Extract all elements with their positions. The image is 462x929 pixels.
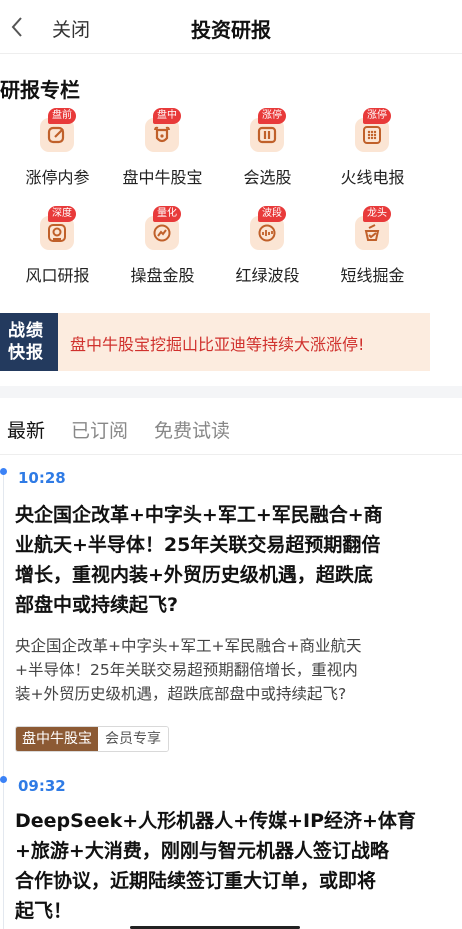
column-item-4[interactable]: 深度 风口研报: [0, 206, 115, 296]
item-label: 火线电报: [340, 168, 405, 187]
article-headline[interactable]: 央企国企改革+中字头+军工+军民融合+商 业航天+半导体！25年关联交易超预期翻…: [15, 500, 430, 620]
item-badge: 涨停: [258, 108, 286, 124]
tag-column[interactable]: 盘中牛股宝: [16, 727, 98, 751]
headline-line: 合作协议，近期陆续签订重大订单，或即将: [15, 870, 377, 892]
column-item-3[interactable]: 涨停 火线电报: [315, 108, 430, 198]
item-badge: 涨停: [363, 108, 391, 124]
column-item-0[interactable]: 盘前 涨停内参: [0, 108, 115, 198]
column-item-2[interactable]: 涨停 会选股: [210, 108, 325, 198]
column-item-7[interactable]: 龙头 短线掘金: [315, 206, 430, 296]
item-label: 会选股: [243, 168, 292, 187]
column-item-6[interactable]: 波段 红绿波段: [210, 206, 325, 296]
item-badge: 深度: [48, 206, 76, 222]
item-badge: 量化: [153, 206, 181, 222]
summary-line: 装+外贸历史级机遇，超跌底部盘中或持续起飞?: [15, 685, 347, 703]
timeline-dot: [0, 776, 7, 783]
page-title: 投资研报: [191, 18, 271, 42]
section-title: 研报专栏: [0, 78, 80, 102]
headline-line: 增长，重视内装+外贸历史级机遇，超跌底: [15, 564, 373, 586]
item-label: 风口研报: [25, 266, 90, 285]
banner-tag-line: 战绩: [8, 321, 44, 341]
article-headline[interactable]: DeepSeek+人形机器人+传媒+IP经济+体育 +旅游+大消费，刚刚与智元机…: [15, 806, 430, 926]
item-badge: 盘前: [48, 108, 76, 124]
feed-tabs: 最新 已订阅 免费试读: [0, 398, 462, 455]
item-label: 涨停内参: [25, 168, 90, 187]
article-summary: 央企国企改革+中字头+军工+军民融合+商业航天 +半导体！25年关联交易超预期翻…: [15, 634, 435, 706]
article-time: 09:32: [18, 777, 66, 795]
timeline-dot: [0, 468, 7, 475]
banner-tag-line: 快报: [8, 343, 44, 363]
article-time: 10:28: [18, 469, 66, 487]
headline-line: DeepSeek+人形机器人+传媒+IP经济+体育: [15, 810, 416, 832]
performance-banner[interactable]: 战绩 快报 盘中牛股宝挖掘山比亚迪等持续大涨涨停!: [0, 313, 430, 371]
tab-free-trial[interactable]: 免费试读: [154, 416, 230, 443]
item-label: 短线掘金: [340, 266, 405, 285]
headline-line: 起飞！: [15, 900, 73, 922]
item-badge: 龙头: [363, 206, 391, 222]
headline-line: 部盘中或持续起飞?: [15, 594, 179, 616]
summary-line: 央企国企改革+中字头+军工+军民融合+商业航天: [15, 637, 362, 655]
tab-latest[interactable]: 最新: [7, 416, 45, 443]
item-label: 操盘金股: [130, 266, 195, 285]
headline-line: 央企国企改革+中字头+军工+军民融合+商: [15, 504, 383, 526]
banner-tag: 战绩 快报: [0, 313, 58, 371]
item-badge: 波段: [258, 206, 286, 222]
top-bar: 关闭 投资研报: [0, 0, 462, 54]
tag-members-only: 会员专享: [98, 727, 168, 751]
tab-subscribed[interactable]: 已订阅: [71, 416, 128, 443]
item-badge: 盘中: [153, 108, 181, 124]
headline-line: +旅游+大消费，刚刚与智元机器人签订战略: [15, 840, 389, 862]
item-label: 盘中牛股宝: [122, 168, 203, 187]
section-divider: [0, 386, 462, 398]
column-item-1[interactable]: 盘中 盘中牛股宝: [105, 108, 220, 198]
item-label: 红绿波段: [235, 266, 300, 285]
timeline-line: [3, 470, 4, 929]
headline-line: 业航天+半导体！25年关联交易超预期翻倍: [15, 534, 381, 556]
banner-text: 盘中牛股宝挖掘山比亚迪等持续大涨涨停!: [70, 335, 365, 354]
column-item-5[interactable]: 量化 操盘金股: [105, 206, 220, 296]
article-tags: 盘中牛股宝 会员专享: [15, 726, 169, 752]
summary-line: +半导体！25年关联交易超预期翻倍增长，重视内: [15, 661, 358, 679]
